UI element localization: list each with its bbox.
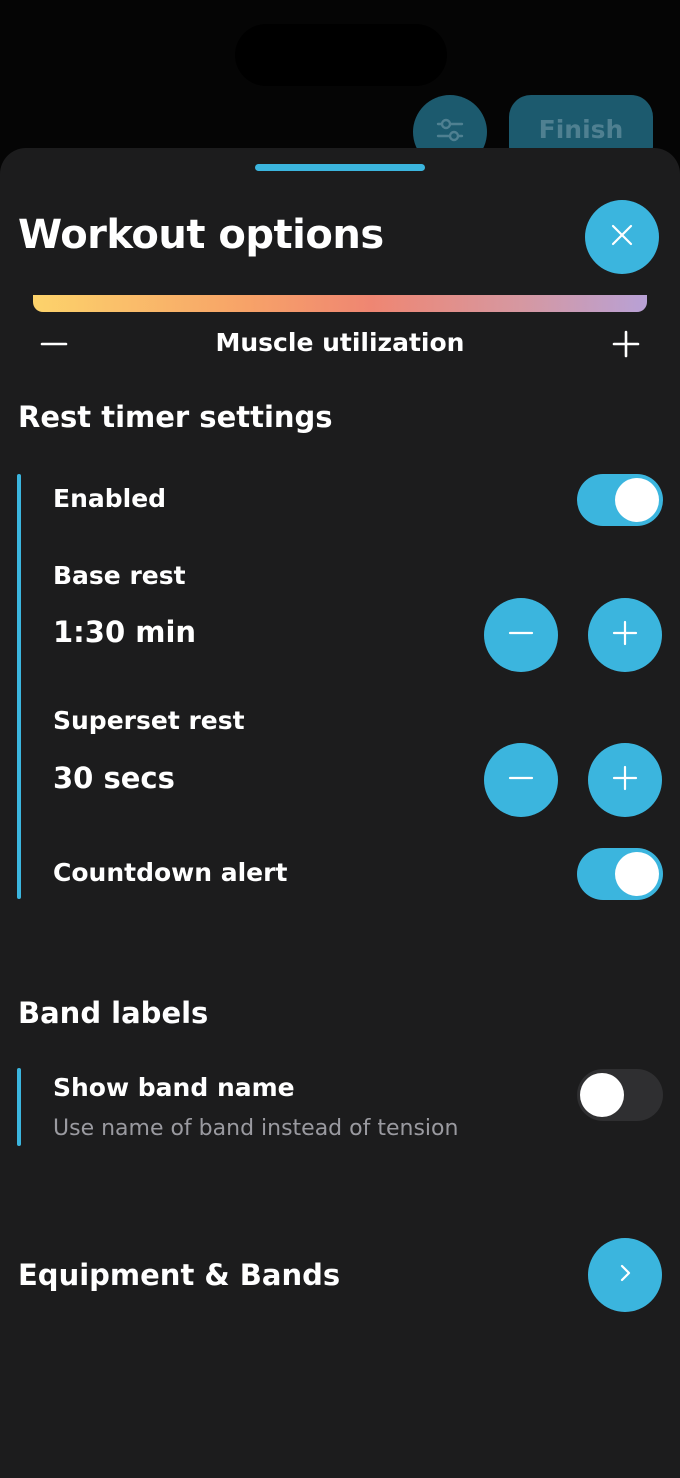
countdown-alert-toggle[interactable] (577, 848, 663, 900)
toggle-knob (615, 478, 659, 522)
show-band-name-toggle[interactable] (577, 1069, 663, 1121)
close-button[interactable] (585, 200, 659, 274)
show-band-name-label: Show band name (53, 1073, 295, 1102)
minus-icon (508, 620, 534, 650)
enabled-toggle[interactable] (577, 474, 663, 526)
dynamic-island (235, 24, 447, 86)
countdown-alert-label: Countdown alert (53, 858, 288, 887)
toggle-knob (580, 1073, 624, 1117)
superset-rest-increase-button[interactable] (588, 743, 662, 817)
band-labels-group-indicator (17, 1068, 21, 1146)
base-rest-value: 1:30 min (53, 615, 197, 649)
rest-timer-group-indicator (17, 474, 21, 899)
sheet-grabber[interactable] (255, 164, 425, 171)
rest-timer-heading: Rest timer settings (18, 400, 333, 434)
superset-rest-label: Superset rest (53, 706, 245, 735)
close-icon (610, 223, 634, 251)
muscle-utilization-gradient (33, 295, 647, 312)
toggle-knob (615, 852, 659, 896)
base-rest-increase-button[interactable] (588, 598, 662, 672)
muscle-utilization-label: Muscle utilization (215, 328, 465, 357)
show-band-name-description: Use name of band instead of tension (53, 1116, 459, 1141)
minus-icon (508, 765, 534, 795)
plus-icon (612, 620, 638, 650)
screen: Finish Workout options Muscle utilizatio… (0, 0, 680, 1478)
base-rest-label: Base rest (53, 561, 186, 590)
superset-rest-decrease-button[interactable] (484, 743, 558, 817)
muscle-utilization-increase[interactable] (606, 326, 646, 366)
sheet-title: Workout options (18, 212, 384, 258)
plus-icon (612, 330, 640, 362)
chevron-right-icon (614, 1262, 636, 1288)
base-rest-decrease-button[interactable] (484, 598, 558, 672)
equipment-bands-label[interactable]: Equipment & Bands (18, 1258, 340, 1292)
enabled-label: Enabled (53, 484, 167, 513)
finish-button-label: Finish (538, 115, 624, 144)
superset-rest-value: 30 secs (53, 761, 175, 795)
workout-options-sheet: Workout options Muscle utilization Rest … (0, 148, 680, 1478)
plus-icon (612, 765, 638, 795)
equipment-bands-button[interactable] (588, 1238, 662, 1312)
band-labels-heading: Band labels (18, 996, 209, 1030)
sliders-icon (435, 115, 465, 149)
